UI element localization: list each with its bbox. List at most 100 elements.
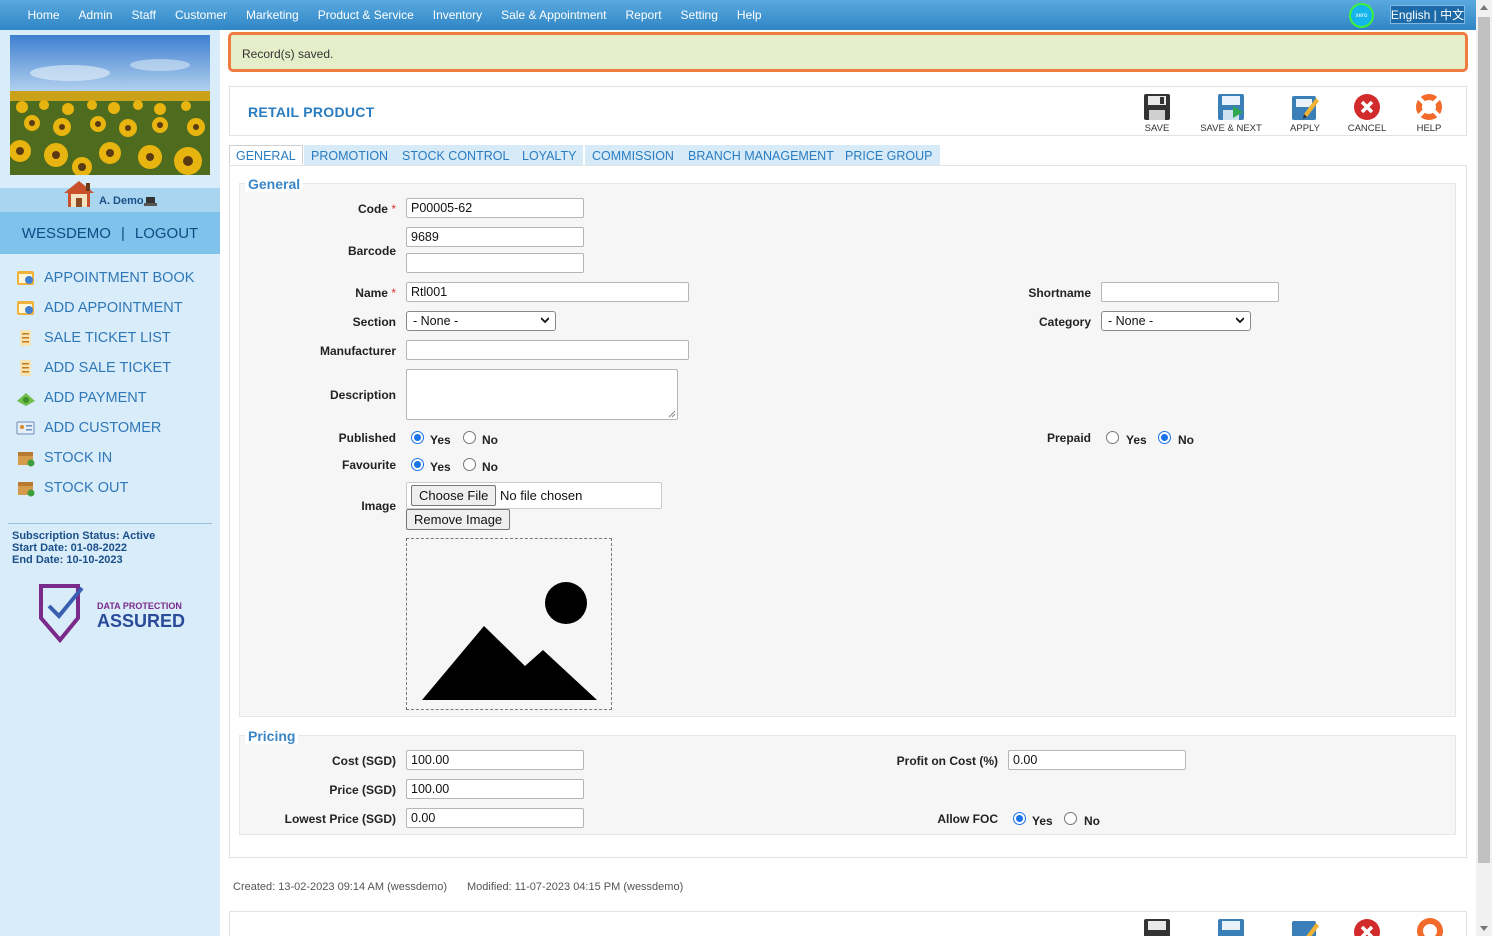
- sidebar-item-add-appointment[interactable]: ADD APPOINTMENT: [16, 298, 183, 318]
- tab-branch-management[interactable]: BRANCH MANAGEMENT: [681, 145, 841, 165]
- user-name[interactable]: A. Demo: [99, 195, 144, 207]
- scroll-up-icon[interactable]: [1480, 5, 1488, 10]
- form-header: RETAIL PRODUCT SAVE SAVE & NEXT APPLY CA…: [229, 86, 1467, 136]
- image-label: Image: [361, 499, 396, 513]
- sidebar-item-label: STOCK OUT: [44, 480, 129, 496]
- sidebar-item-label: STOCK IN: [44, 450, 113, 466]
- logout-link[interactable]: LOGOUT: [135, 225, 198, 242]
- sidebar-item-label: SALE TICKET LIST: [44, 330, 171, 346]
- tab-promotion[interactable]: PROMOTION: [304, 145, 396, 165]
- nav-marketing[interactable]: Marketing: [246, 8, 299, 22]
- sidebar-item-appointment-book[interactable]: APPOINTMENT BOOK: [16, 268, 194, 288]
- nav-inventory[interactable]: Inventory: [433, 8, 482, 22]
- help-button[interactable]: HELP: [1389, 92, 1469, 134]
- price-input[interactable]: 100.00: [406, 779, 584, 799]
- scroll-down-icon[interactable]: [1480, 926, 1488, 931]
- barcode-label: Barcode: [347, 244, 396, 258]
- description-label: Description: [329, 388, 396, 402]
- save-button[interactable]: SAVE: [1117, 92, 1197, 134]
- nav-sale-appointment[interactable]: Sale & Appointment: [501, 8, 606, 22]
- badge-line1: DATA PROTECTION: [97, 601, 182, 611]
- remove-image-button[interactable]: Remove Image: [406, 509, 511, 530]
- nav-setting[interactable]: Setting: [681, 8, 718, 22]
- name-input[interactable]: Rtl001: [406, 282, 689, 302]
- page-scrollbar[interactable]: [1476, 0, 1492, 936]
- account-bar: WESSDEMO | LOGOUT: [0, 212, 220, 254]
- cancel-x-icon[interactable]: [1352, 917, 1382, 936]
- tab-general[interactable]: GENERAL: [229, 145, 303, 165]
- image-preview: [406, 538, 612, 710]
- prepaid-label: Prepaid: [1046, 431, 1091, 445]
- sunflower-banner-image: [10, 35, 210, 175]
- nav-product-service[interactable]: Product & Service: [318, 8, 414, 22]
- ticket-list-icon: [20, 330, 31, 346]
- floppy-disk-icon[interactable]: [1142, 917, 1172, 936]
- sidebar-item-add-payment[interactable]: ADD PAYMENT: [16, 388, 147, 408]
- sidebar-item-sale-ticket-list[interactable]: SALE TICKET LIST: [16, 328, 171, 348]
- scrollbar-thumb[interactable]: [1478, 17, 1490, 863]
- lifebuoy-icon[interactable]: [1414, 916, 1446, 936]
- home-icon[interactable]: [62, 179, 96, 209]
- profit-on-cost-input[interactable]: 0.00: [1008, 750, 1186, 770]
- category-select[interactable]: - None -: [1101, 311, 1251, 331]
- nav-report[interactable]: Report: [626, 8, 662, 22]
- sidebar-item-add-customer[interactable]: ADD CUSTOMER: [16, 418, 161, 438]
- published-no-label: No: [482, 433, 498, 447]
- language-switch[interactable]: English | 中文: [1390, 5, 1465, 24]
- choose-file-button[interactable]: Choose File: [411, 485, 497, 506]
- manufacturer-label: Manufacturer: [319, 344, 396, 358]
- sidebar-item-stock-in[interactable]: STOCK IN: [16, 448, 112, 468]
- form-footer-toolbar: [229, 911, 1467, 936]
- published-yes-radio[interactable]: [411, 431, 424, 444]
- manufacturer-input[interactable]: [406, 340, 689, 360]
- tab-stock-control[interactable]: STOCK CONTROL: [395, 145, 517, 165]
- data-protection-badge: DATA PROTECTION ASSURED: [38, 582, 188, 644]
- save-next-button[interactable]: SAVE & NEXT: [1191, 92, 1271, 134]
- favourite-yes-radio[interactable]: [411, 458, 424, 471]
- section-select[interactable]: - None -: [406, 311, 556, 331]
- prepaid-no-radio[interactable]: [1158, 431, 1171, 444]
- tab-commission[interactable]: COMMISSION: [585, 145, 681, 165]
- nav-home[interactable]: Home: [28, 8, 60, 22]
- calendar-icon: [17, 271, 34, 285]
- published-yes-label: Yes: [430, 433, 451, 447]
- laptop-icon: [144, 197, 157, 206]
- account-link[interactable]: WESSDEMO: [22, 225, 111, 242]
- category-select-value: - None -: [1108, 314, 1154, 328]
- floppy-disk-icon: [1144, 94, 1170, 120]
- image-placeholder-icon: [422, 582, 597, 700]
- xero-icon[interactable]: xero: [1349, 3, 1374, 28]
- nav-customer[interactable]: Customer: [175, 8, 227, 22]
- top-nav-bar: Home Admin Staff Customer Marketing Prod…: [0, 0, 1476, 30]
- section-select-value: - None -: [413, 314, 459, 328]
- floppy-next-icon[interactable]: [1216, 917, 1246, 936]
- section-label: Section: [352, 315, 396, 329]
- description-textarea[interactable]: [406, 369, 678, 420]
- prepaid-yes-radio[interactable]: [1106, 431, 1119, 444]
- sidebar-divider: [8, 523, 212, 524]
- sidebar-item-label: ADD CUSTOMER: [44, 420, 162, 436]
- cost-input[interactable]: 100.00: [406, 750, 584, 770]
- nav-staff[interactable]: Staff: [132, 8, 156, 22]
- resize-handle-icon[interactable]: [668, 410, 676, 418]
- code-input[interactable]: P00005-62: [406, 198, 584, 218]
- allow-foc-no-radio[interactable]: [1064, 812, 1077, 825]
- lowest-price-label: Lowest Price (SGD): [284, 812, 396, 826]
- tab-price-group[interactable]: PRICE GROUP: [838, 145, 940, 165]
- tab-loyalty[interactable]: LOYALTY: [515, 145, 584, 165]
- account-separator: |: [120, 224, 125, 242]
- apply-icon[interactable]: [1290, 917, 1320, 936]
- barcode-input-2[interactable]: [406, 253, 584, 273]
- nav-help[interactable]: Help: [737, 8, 762, 22]
- allow-foc-yes-radio[interactable]: [1013, 812, 1026, 825]
- name-label: Name *: [300, 286, 396, 300]
- favourite-no-radio[interactable]: [463, 458, 476, 471]
- published-no-radio[interactable]: [463, 431, 476, 444]
- lowest-price-input[interactable]: 0.00: [406, 808, 584, 828]
- shortname-input[interactable]: [1101, 282, 1279, 302]
- barcode-input-1[interactable]: 9689: [406, 227, 584, 247]
- sidebar-item-add-sale-ticket[interactable]: ADD SALE TICKET: [16, 358, 171, 378]
- sidebar-item-stock-out[interactable]: STOCK OUT: [16, 478, 128, 498]
- save-notice: Record(s) saved.: [228, 32, 1468, 72]
- nav-admin[interactable]: Admin: [79, 8, 113, 22]
